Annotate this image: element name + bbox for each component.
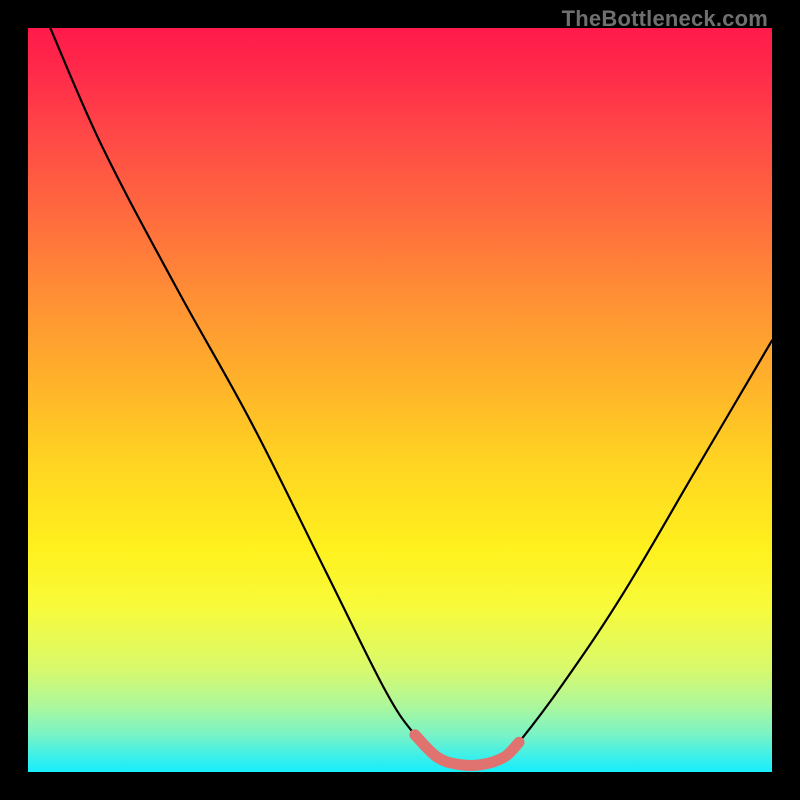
bottleneck-curve-svg [28,28,772,772]
chart-frame: TheBottleneck.com [0,0,800,800]
curve-main-path [50,28,772,766]
curve-highlight-path [415,735,519,766]
plot-area [28,28,772,772]
